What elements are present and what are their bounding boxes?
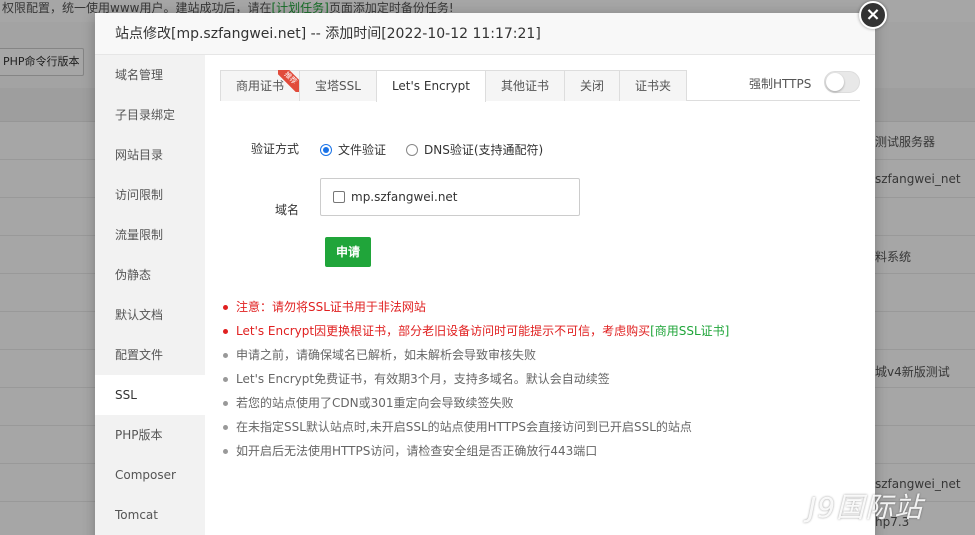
sidebar-item-tomcat[interactable]: Tomcat — [95, 495, 205, 535]
sidebar-item-traffic-limit[interactable]: 流量限制 — [95, 215, 205, 255]
tab-bt-ssl[interactable]: 宝塔SSL — [299, 70, 377, 101]
tip-item: 若您的站点使用了CDN或301重定向会导致续签失败 — [223, 391, 729, 415]
tip-item: Let's Encrypt因更换根证书，部分老旧设备访问时可能提示不可信，考虑购… — [223, 319, 729, 343]
radio-unchecked-icon — [406, 143, 418, 156]
force-https-toggle[interactable] — [824, 71, 860, 93]
sidebar-item-domain[interactable]: 域名管理 — [95, 55, 205, 95]
sidebar-item-ssl[interactable]: SSL — [95, 375, 205, 415]
commercial-ssl-link[interactable]: [商用SSL证书] — [650, 324, 729, 338]
sidebar-item-rewrite[interactable]: 伪静态 — [95, 255, 205, 295]
settings-sidebar: 域名管理 子目录绑定 网站目录 访问限制 流量限制 伪静态 默认文档 配置文件 … — [95, 55, 205, 535]
recommend-ribbon: 推荐 — [278, 70, 301, 92]
tab-commercial-cert[interactable]: 商用证书 推荐 — [220, 70, 301, 101]
sidebar-item-config-file[interactable]: 配置文件 — [95, 335, 205, 375]
tip-item: 申请之前，请确保域名已解析，如未解析会导致审核失败 — [223, 343, 729, 367]
tip-item: 注意：请勿将SSL证书用于非法网站 — [223, 295, 729, 319]
radio-checked-icon — [320, 143, 332, 156]
domain-label: 域名 — [275, 203, 300, 217]
dialog-title: 站点修改[mp.szfangwei.net] -- 添加时间[2022-10-1… — [95, 13, 875, 55]
close-icon[interactable]: × — [859, 1, 887, 29]
tab-close[interactable]: 关闭 — [564, 70, 621, 101]
sidebar-item-access-limit[interactable]: 访问限制 — [95, 175, 205, 215]
sidebar-item-php-version[interactable]: PHP版本 — [95, 415, 205, 455]
radio-dns-verify[interactable]: DNS验证(支持通配符) — [406, 141, 543, 158]
sidebar-item-default-doc[interactable]: 默认文档 — [95, 295, 205, 335]
site-edit-dialog: 站点修改[mp.szfangwei.net] -- 添加时间[2022-10-1… — [95, 13, 875, 535]
domain-list: mp.szfangwei.net — [320, 178, 580, 216]
verify-method-label: 验证方式 — [251, 142, 300, 156]
tip-item: 如开启后无法使用HTTPS访问，请检查安全组是否正确放行443端口 — [223, 439, 729, 463]
sidebar-item-site-directory[interactable]: 网站目录 — [95, 135, 205, 175]
ssl-panel: 商用证书 推荐 宝塔SSL Let's Encrypt 其他证书 关闭 证书夹 … — [205, 55, 875, 535]
checkbox-icon[interactable] — [333, 191, 345, 203]
tab-other-cert[interactable]: 其他证书 — [485, 70, 566, 101]
ssl-tips: 注意：请勿将SSL证书用于非法网站 Let's Encrypt因更换根证书，部分… — [223, 295, 729, 463]
force-https-label: 强制HTTPS — [749, 77, 812, 91]
radio-file-verify[interactable]: 文件验证 — [320, 141, 386, 158]
tab-cert-folder[interactable]: 证书夹 — [619, 70, 688, 101]
watermark: J9国际站 — [808, 491, 924, 524]
apply-button[interactable]: 申请 — [325, 237, 371, 267]
sidebar-item-subdir-binding[interactable]: 子目录绑定 — [95, 95, 205, 135]
domain-checkbox-item[interactable]: mp.szfangwei.net — [333, 190, 458, 204]
tip-item: Let's Encrypt免费证书，有效期3个月，支持多域名。默认会自动续签 — [223, 367, 729, 391]
tip-item: 在未指定SSL默认站点时,未开启SSL的站点使用HTTPS会直接访问到已开启SS… — [223, 415, 729, 439]
tab-lets-encrypt[interactable]: Let's Encrypt — [375, 70, 487, 102]
toggle-knob — [826, 73, 844, 91]
sidebar-item-composer[interactable]: Composer — [95, 455, 205, 495]
